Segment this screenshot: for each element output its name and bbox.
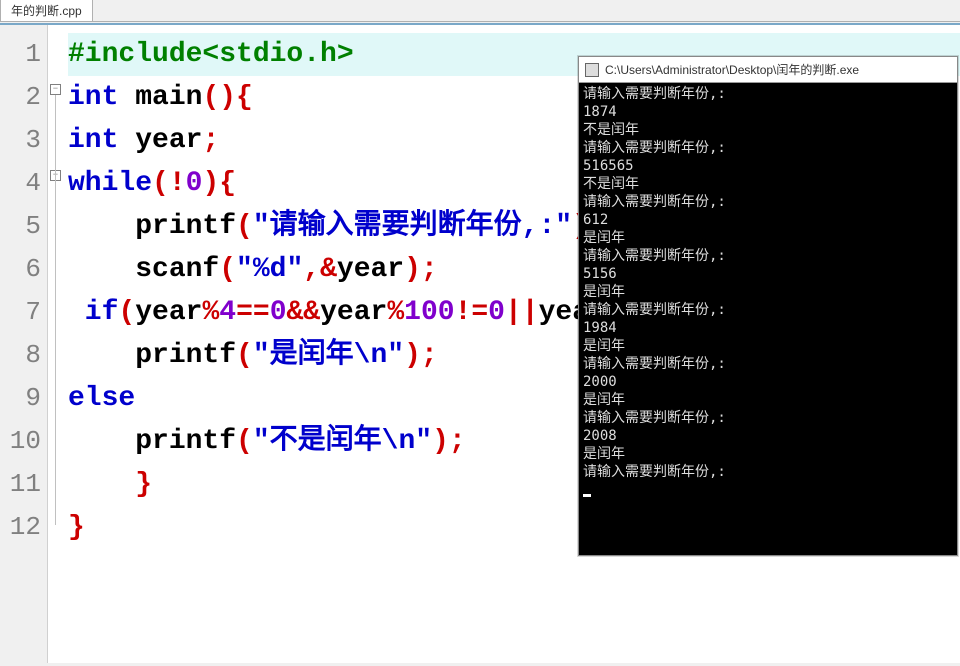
fold-toggle-icon[interactable]: − xyxy=(50,84,61,95)
line-number: 11 xyxy=(0,463,47,506)
console-titlebar[interactable]: C:\Users\Administrator\Desktop\闰年的判断.exe xyxy=(579,57,957,83)
file-tab[interactable]: 年的判断.cpp xyxy=(0,0,93,21)
console-line: 请输入需要判断年份,: xyxy=(583,139,953,157)
line-number: 3 xyxy=(0,119,47,162)
console-window[interactable]: C:\Users\Administrator\Desktop\闰年的判断.exe… xyxy=(578,56,958,556)
tab-bar: 年的判断.cpp xyxy=(0,0,960,22)
console-line: 2008 xyxy=(583,427,953,445)
line-number: 8 xyxy=(0,334,47,377)
line-number: 10 xyxy=(0,420,47,463)
console-line: 5156 xyxy=(583,265,953,283)
line-number: 1 xyxy=(0,33,47,76)
console-line: 请输入需要判断年份,: xyxy=(583,193,953,211)
console-title-text: C:\Users\Administrator\Desktop\闰年的判断.exe xyxy=(605,61,859,78)
console-line: 516565 xyxy=(583,157,953,175)
console-output: 请输入需要判断年份,:1874不是闰年请输入需要判断年份,:516565不是闰年… xyxy=(579,83,957,555)
line-number: 2 xyxy=(0,76,47,119)
line-number-gutter: 123456789101112 xyxy=(0,25,48,663)
console-line: 612 xyxy=(583,211,953,229)
console-line: 1984 xyxy=(583,319,953,337)
console-line: 是闰年 xyxy=(583,337,953,355)
line-number: 12 xyxy=(0,506,47,549)
console-line: 是闰年 xyxy=(583,283,953,301)
console-line: 请输入需要判断年份,: xyxy=(583,355,953,373)
console-line: 是闰年 xyxy=(583,445,953,463)
console-line: 是闰年 xyxy=(583,391,953,409)
fold-column: − − xyxy=(48,25,64,663)
console-line: 2000 xyxy=(583,373,953,391)
console-line: 请输入需要判断年份,: xyxy=(583,247,953,265)
line-number: 5 xyxy=(0,205,47,248)
console-line: 请输入需要判断年份,: xyxy=(583,409,953,427)
console-line: 不是闰年 xyxy=(583,121,953,139)
line-number: 9 xyxy=(0,377,47,420)
app-icon xyxy=(585,63,599,77)
console-line: 请输入需要判断年份,: xyxy=(583,301,953,319)
console-line: 请输入需要判断年份,: xyxy=(583,85,953,103)
cursor xyxy=(583,494,591,497)
console-line: 不是闰年 xyxy=(583,175,953,193)
console-line: 是闰年 xyxy=(583,229,953,247)
line-number: 7 xyxy=(0,291,47,334)
console-line: 请输入需要判断年份,: xyxy=(583,463,953,481)
line-number: 6 xyxy=(0,248,47,291)
console-line: 1874 xyxy=(583,103,953,121)
line-number: 4 xyxy=(0,162,47,205)
tab-title: 年的判断.cpp xyxy=(11,4,82,18)
